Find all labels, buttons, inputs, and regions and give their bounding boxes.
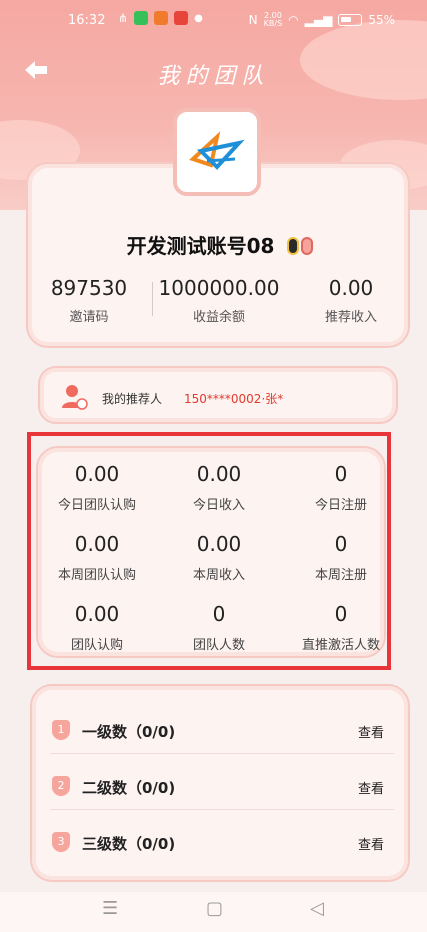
stat-value: 0.00 <box>74 462 120 486</box>
referrer-label: 我的推荐人 <box>102 392 163 406</box>
invite-code-stat: 897530 邀请码 <box>34 276 144 325</box>
status-time: 16:32 <box>68 13 106 28</box>
wifi-icon: ◠ <box>288 13 299 27</box>
nfc-icon: N <box>248 13 258 27</box>
stat-label: 团队人数 <box>192 638 245 653</box>
invite-code-label: 邀请码 <box>69 310 109 325</box>
stat-label: 今日收入 <box>192 498 245 513</box>
level-row-2[interactable]: 2 二级数（0/0) 查看 <box>32 766 412 810</box>
back-icon[interactable]: ◁ <box>310 898 324 919</box>
level-3-label: 三级数（0/0) <box>82 835 176 853</box>
app-icon-red <box>174 11 189 25</box>
referral-income-label: 推荐收入 <box>324 310 377 325</box>
level-2-badge-icon: 2 <box>52 776 70 796</box>
level-1-badge-icon: 1 <box>52 720 70 740</box>
stat-value: 0 <box>334 532 348 556</box>
stat-cell: 0.00 本周团队认购 <box>32 532 162 583</box>
referral-income-stat: 0.00 推荐收入 <box>296 276 406 325</box>
stat-cell: 0 团队人数 <box>154 602 284 653</box>
level-3-view-button[interactable]: 查看 <box>358 834 384 853</box>
level-row-1[interactable]: 1 一级数（0/0) 查看 <box>32 710 412 754</box>
battery-icon <box>338 14 363 26</box>
stat-cell: 0.00 今日收入 <box>154 462 284 513</box>
level-3-badge-icon: 3 <box>52 832 70 852</box>
stat-value: 0.00 <box>196 462 242 486</box>
stat-value: 0 <box>212 602 226 626</box>
level-1-view-button[interactable]: 查看 <box>358 722 384 741</box>
divider <box>50 809 394 810</box>
stat-cell: 0 直推激活人数 <box>276 602 406 653</box>
signal-icon: ▂▄▆ <box>304 13 333 27</box>
logo-icon <box>189 131 245 170</box>
stat-value: 0 <box>334 602 348 626</box>
invite-code-value: 897530 <box>50 276 128 300</box>
stat-value: 0 <box>334 462 348 486</box>
notification-icons: ⋔ ● <box>118 11 203 25</box>
menu-icon[interactable]: ☰ <box>102 898 118 919</box>
level-2-label: 二级数（0/0) <box>82 779 176 797</box>
levels-card: 1 一级数（0/0) 查看 2 二级数（0/0) 查看 3 三级数（0/0) 查… <box>30 684 410 882</box>
stat-cell: 0 本周注册 <box>276 532 406 583</box>
system-icons: N 2.00 KB/S ◠ ▂▄▆ 55% <box>249 12 395 28</box>
balance-stat: 1000000.00 收益余额 <box>144 276 294 325</box>
stat-label: 今日注册 <box>314 498 367 513</box>
stat-label: 本周团队认购 <box>57 568 136 583</box>
level-1-label: 一级数（0/0) <box>82 723 176 741</box>
account-name-row: 开发测试账号08 <box>28 230 412 259</box>
stat-label: 本周收入 <box>192 568 245 583</box>
stat-cell: 0.00 今日团队认购 <box>32 462 162 513</box>
referrer-card: 我的推荐人 150****0002·张* <box>38 366 398 424</box>
divider <box>50 753 394 754</box>
net-speed: 2.00 KB/S <box>264 12 283 28</box>
stat-label: 今日团队认购 <box>57 498 136 513</box>
dot-icon: ● <box>194 12 203 24</box>
net-speed-unit: KB/S <box>263 19 283 28</box>
vip-badge-icon <box>287 237 314 255</box>
share-icon: ⋔ <box>118 11 129 25</box>
top-bar: 我的团队 <box>0 50 427 94</box>
team-stats-card: 0.00 今日团队认购 0.00 今日收入 0 今日注册 0.00 本周团队认购… <box>36 446 386 658</box>
app-logo <box>173 108 261 196</box>
stat-value: 0.00 <box>196 532 242 556</box>
user-icon <box>62 385 88 410</box>
battery-level: 55% <box>368 13 395 27</box>
stat-value: 0.00 <box>74 532 120 556</box>
profile-stats: 897530 邀请码 1000000.00 收益余额 0.00 推荐收入 <box>28 276 412 332</box>
stat-label: 直推激活人数 <box>301 638 380 653</box>
system-nav-bar: ☰ ▢ ◁ <box>0 892 427 932</box>
app-icon-green <box>134 11 149 25</box>
stat-cell: 0.00 本周收入 <box>154 532 284 583</box>
stat-cell: 0 今日注册 <box>276 462 406 513</box>
stat-label: 本周注册 <box>314 568 367 583</box>
home-icon[interactable]: ▢ <box>206 898 223 919</box>
app-icon-orange <box>154 11 169 25</box>
stat-cell: 0.00 团队认购 <box>32 602 162 653</box>
stat-label: 团队认购 <box>70 638 123 653</box>
level-row-3[interactable]: 3 三级数（0/0) 查看 <box>32 822 412 866</box>
page-title: 我的团队 <box>157 64 270 89</box>
balance-value: 1000000.00 <box>158 276 280 300</box>
referral-income-value: 0.00 <box>328 276 374 300</box>
status-bar: 16:32 ⋔ ● N 2.00 KB/S ◠ ▂▄▆ 55% <box>0 0 427 42</box>
stat-value: 0.00 <box>74 602 120 626</box>
account-name: 开发测试账号08 <box>126 234 275 258</box>
level-2-view-button[interactable]: 查看 <box>358 778 384 797</box>
referrer-value: 150****0002·张* <box>184 392 284 406</box>
balance-label: 收益余额 <box>192 310 245 325</box>
